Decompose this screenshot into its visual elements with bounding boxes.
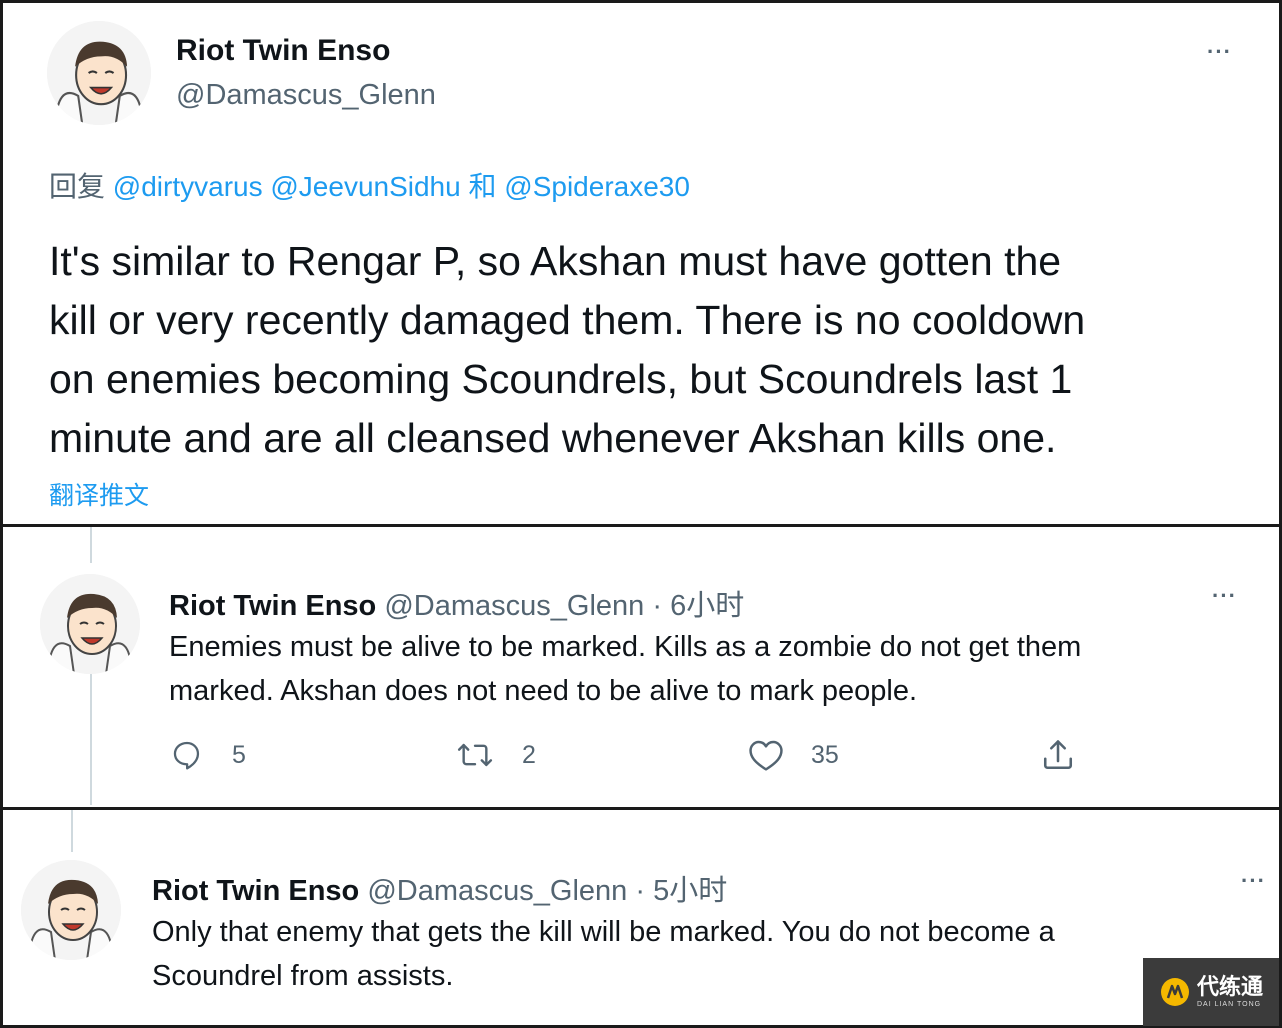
main-tweet-card: Riot Twin Enso @Damascus_Glenn ··· 回复 @d… [0, 0, 1282, 527]
more-options-icon[interactable]: ··· [1241, 868, 1266, 894]
mention-link[interactable]: @Spideraxe30 [504, 171, 690, 202]
tweet-text-line: minute and are all cleansed whenever Aks… [49, 415, 1057, 461]
like-action[interactable]: 35 [747, 738, 839, 772]
retweet-count: 2 [522, 740, 536, 769]
tweet-text-line: marked. Akshan does not need to be alive… [169, 675, 918, 707]
share-icon [1043, 740, 1073, 770]
tweet-text-line: Only that enemy that gets the kill will … [152, 916, 1055, 948]
tweet-text-line: It's similar to Rengar P, so Akshan must… [49, 238, 1062, 284]
watermark-main: 代练通 [1196, 974, 1263, 999]
author-avatar[interactable] [47, 21, 151, 125]
more-options-icon[interactable]: ··· [1207, 39, 1232, 65]
share-action[interactable] [1040, 737, 1076, 773]
tweet-text: It's similar to Rengar P, so Akshan must… [49, 232, 1085, 468]
timestamp[interactable]: 6小时 [670, 590, 744, 622]
retweet-action[interactable]: 2 [455, 738, 536, 772]
reply-tweet-card: Riot Twin Enso @Damascus_Glenn · 6小时 ···… [0, 527, 1282, 810]
author-avatar[interactable] [21, 860, 121, 960]
tweet-text-line: Scoundrel from assists. [152, 960, 454, 992]
tweet-header: Riot Twin Enso @Damascus_Glenn · 5小时 [152, 867, 727, 909]
author-name[interactable]: Riot Twin Enso [152, 875, 359, 907]
author-avatar[interactable] [40, 574, 140, 674]
separator-dot: · [635, 875, 646, 907]
trophy-icon [1160, 978, 1189, 1006]
reply-icon [173, 741, 200, 770]
tweet-text: Only that enemy that gets the kill will … [152, 910, 1055, 998]
reply-prefix: 回复 [49, 171, 106, 202]
thread-line-top [90, 527, 92, 563]
thread-line-bottom [90, 673, 92, 805]
author-name[interactable]: Riot Twin Enso [169, 590, 376, 622]
more-options-icon[interactable]: ··· [1212, 583, 1237, 609]
retweet-icon [457, 743, 493, 767]
translate-tweet-link[interactable]: 翻译推文 [49, 476, 149, 512]
reply-count: 5 [232, 740, 246, 769]
tweet-text-line: on enemies becoming Scoundrels, but Scou… [49, 356, 1073, 402]
separator-dot: · [652, 590, 663, 622]
watermark-sub: DAI LIAN TONG [1196, 1001, 1262, 1008]
reply-context: 回复 @dirtyvarus @JeevunSidhu 和 @Spideraxe… [49, 165, 690, 205]
watermark-logo: 代练通 DAI LIAN TONG [1143, 958, 1279, 1026]
reply-and: 和 [468, 171, 497, 202]
timestamp[interactable]: 5小时 [653, 875, 727, 907]
reply-tweet-card: Riot Twin Enso @Damascus_Glenn · 5小时 ···… [0, 810, 1282, 1028]
tweet-text: Enemies must be alive to be marked. Kill… [169, 625, 1081, 713]
author-handle[interactable]: @Damascus_Glenn [176, 79, 436, 112]
reply-action[interactable]: 5 [169, 738, 246, 772]
author-handle[interactable]: @Damascus_Glenn [367, 875, 627, 907]
mention-link[interactable]: @JeevunSidhu [270, 171, 460, 202]
tweet-header: Riot Twin Enso @Damascus_Glenn · 6小时 [169, 582, 744, 624]
tweet-text-line: Enemies must be alive to be marked. Kill… [169, 631, 1082, 663]
author-handle[interactable]: @Damascus_Glenn [384, 590, 644, 622]
tweet-text-line: kill or very recently damaged them. Ther… [49, 297, 1086, 343]
heart-icon [749, 740, 783, 771]
thread-line-top [71, 810, 73, 852]
like-count: 35 [811, 740, 839, 769]
mention-link[interactable]: @dirtyvarus [113, 171, 263, 202]
author-name[interactable]: Riot Twin Enso [176, 34, 390, 68]
